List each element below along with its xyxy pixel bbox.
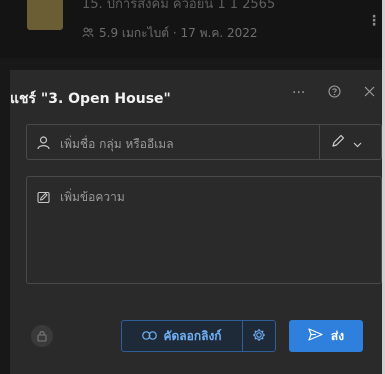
copy-link-label: คัดลอกลิงก์ (163, 328, 222, 343)
panel-title: แชร์ "3. Open House" (10, 91, 171, 107)
person-icon (37, 135, 50, 154)
lock-icon[interactable] (31, 325, 53, 347)
field-divider (319, 125, 320, 159)
share-panel: แชร์ "3. Open House" ··· เพิ่มชื่อ กลุ่ม… (10, 70, 382, 374)
link-icon (142, 329, 158, 343)
send-icon (308, 328, 323, 344)
copy-link-button[interactable]: คัดลอกลิงก์ (122, 321, 242, 351)
file-meta-text: 5.9 เมกะไบต์ · 17 พ.ค. 2022 (99, 26, 258, 40)
more-vertical-icon[interactable]: ⋮ (367, 14, 381, 28)
permission-dropdown[interactable] (331, 131, 381, 153)
pencil-icon (331, 133, 345, 152)
link-settings-button[interactable] (243, 321, 275, 351)
gear-icon (252, 327, 266, 346)
background-file-row: 15. ปิการสงคม ควอยน 1 1 2565 5.9 เมกะไบต… (0, 0, 382, 58)
share-dialog-screen: 15. ปิการสงคม ควอยน 1 1 2565 5.9 เมกะไบต… (0, 0, 382, 374)
file-meta: 5.9 เมกะไบต์ · 17 พ.ค. 2022 (82, 24, 258, 43)
people-icon (82, 26, 94, 41)
file-thumbnail (27, 0, 63, 30)
add-people-input[interactable]: เพิ่มชื่อ กลุ่ม หรืออีเมล (26, 124, 382, 160)
file-title: 15. ปิการสงคม ควอยน 1 1 2565 (82, 0, 276, 12)
chevron-down-icon (353, 133, 362, 152)
message-textarea[interactable]: เพิ่มข้อความ (26, 176, 382, 284)
send-button[interactable]: ส่ง (289, 320, 363, 352)
message-placeholder: เพิ่มข้อความ (60, 190, 125, 204)
message-edit-icon (37, 189, 50, 208)
send-label: ส่ง (330, 328, 345, 343)
add-people-placeholder: เพิ่มชื่อ กลุ่ม หรืออีเมล (60, 137, 174, 151)
copy-link-group: คัดลอกลิงก์ (121, 320, 276, 352)
close-icon[interactable] (364, 85, 375, 101)
more-horizontal-icon[interactable]: ··· (292, 85, 305, 101)
help-icon[interactable] (328, 85, 341, 102)
